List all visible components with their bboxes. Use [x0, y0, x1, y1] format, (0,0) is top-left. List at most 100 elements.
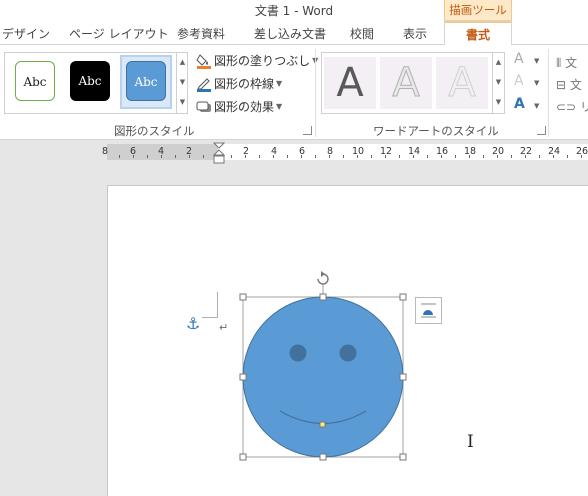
- tab-review[interactable]: 校閲: [350, 25, 374, 42]
- margin-corner-mark: [202, 292, 218, 318]
- shape-effects-button[interactable]: 図形の効果 ▼: [196, 98, 282, 117]
- ruler-tick: [315, 155, 316, 158]
- ruler-tick: [441, 155, 442, 158]
- create-link-label: リ: [579, 100, 588, 114]
- ruler-tick: [273, 155, 274, 158]
- ruler-tick: [497, 155, 498, 158]
- ruler-tick: [203, 155, 204, 158]
- ruler-tick: [567, 155, 568, 158]
- paragraph-mark: ↵: [219, 321, 229, 334]
- gallery-more-icon[interactable]: ▼: [177, 92, 188, 112]
- tab-design[interactable]: デザイン: [2, 25, 50, 42]
- ruler-tick: [357, 155, 358, 158]
- ruler-number: 16: [435, 146, 449, 157]
- shape-fill-button[interactable]: 図形の塗りつぶし▼: [196, 52, 318, 71]
- left-eye: [289, 344, 307, 362]
- text-direction-button[interactable]: ⦀ 文: [556, 54, 577, 71]
- shape-fill-label: 図形の塗りつぶし: [214, 54, 311, 68]
- ruler-tick: [301, 155, 302, 158]
- ruler-tick: [147, 155, 148, 158]
- tab-mailings[interactable]: 差し込み文書: [254, 25, 326, 42]
- ruler-number: 4: [270, 146, 278, 157]
- ruler-number: 6: [298, 146, 306, 157]
- ruler-tick: [133, 155, 134, 158]
- wordart-style-dark[interactable]: A: [324, 57, 376, 109]
- ribbon: Abc Abc Abc ▲ ▼ ▼ 図形の塗りつぶし▼ 図形の枠線▼ 図形の効果…: [0, 45, 588, 140]
- gallery-up-icon[interactable]: ▲: [493, 52, 504, 72]
- ruler-number: 20: [491, 146, 505, 157]
- ruler-tick: [189, 155, 190, 158]
- ruler-tick: [371, 155, 372, 158]
- shape-styles-scroll: ▲ ▼ ▼: [176, 52, 188, 114]
- gallery-more-icon[interactable]: ▼: [493, 92, 504, 112]
- ruler-number: 12: [379, 146, 393, 157]
- shape-style-blue[interactable]: Abc: [126, 61, 166, 101]
- tab-page-layout[interactable]: ページ レイアウト: [69, 25, 169, 42]
- ruler-tick: [469, 155, 470, 158]
- ruler-number: 14: [407, 146, 421, 157]
- ruler-tick: [539, 155, 540, 158]
- ruler-number: 22: [519, 146, 533, 157]
- tab-view[interactable]: 表示: [403, 25, 427, 42]
- smiley-face-shape[interactable]: [232, 268, 412, 468]
- title-bar: 文書 1 - Word 描画ツール: [0, 0, 588, 21]
- create-link-button[interactable]: ⊂⊃ リ: [556, 98, 588, 115]
- anchor-icon: ⚓: [186, 314, 201, 333]
- wordart-style-gray[interactable]: A: [380, 57, 432, 109]
- align-text-label: 文: [569, 78, 582, 92]
- chevron-down-icon: ▼: [534, 79, 540, 87]
- ribbon-tab-row: デザイン ページ レイアウト 参考資料 差し込み文書 校閲 表示 書式: [0, 20, 588, 46]
- horizontal-ruler[interactable]: 8 6 4 2 2 4 6 8 10 12 14 16 18 20 22 24 26: [0, 140, 588, 168]
- ruler-tick: [511, 155, 512, 158]
- text-effects-button[interactable]: A: [514, 96, 525, 112]
- gallery-down-icon[interactable]: ▼: [493, 72, 504, 92]
- ruler-number: 18: [463, 146, 477, 157]
- ruler-number: 8: [326, 146, 334, 157]
- ruler-tick: [161, 155, 162, 158]
- tab-references[interactable]: 参考資料: [177, 25, 225, 42]
- tab-format-label: 書式: [465, 28, 490, 42]
- ruler-tick: [399, 155, 400, 158]
- text-outline-button[interactable]: A: [514, 73, 524, 89]
- adjust-handle[interactable]: [319, 421, 326, 428]
- drawing-tools-context-header: 描画ツール: [444, 0, 512, 21]
- ruler-tick: [287, 155, 288, 158]
- shape-styles-dialog-launcher-icon[interactable]: [303, 126, 312, 135]
- align-text-button[interactable]: ⊟ 文: [556, 76, 582, 93]
- ruler-number: 8: [101, 146, 109, 157]
- shape-style-outline-green[interactable]: Abc: [15, 61, 55, 101]
- gallery-up-icon[interactable]: ▲: [177, 52, 188, 72]
- ruler-tick: [413, 155, 414, 158]
- ruler-tick: [483, 155, 484, 158]
- tab-format[interactable]: 書式: [444, 20, 512, 46]
- ruler-number: 24: [547, 146, 561, 157]
- rotate-arrow: [321, 271, 325, 277]
- chevron-down-icon: ▼: [276, 102, 283, 111]
- layout-options-button[interactable]: [415, 297, 442, 324]
- text-fill-button[interactable]: A: [514, 51, 524, 67]
- ruler-tick: [119, 155, 120, 158]
- text-direction-label: 文: [565, 56, 578, 70]
- ruler-tick: [343, 155, 344, 158]
- gallery-down-icon[interactable]: ▼: [177, 72, 188, 92]
- wordart-gallery-scroll: ▲ ▼ ▼: [492, 52, 505, 114]
- paint-bucket-icon: [196, 53, 212, 69]
- shape-outline-button[interactable]: 図形の枠線 ▼: [196, 75, 282, 94]
- shape-style-black[interactable]: Abc: [70, 61, 110, 101]
- wordart-styles-gallery: A A A: [321, 52, 505, 114]
- ruler-tick: [245, 155, 246, 158]
- ruler-tick: [329, 155, 330, 158]
- group-divider: [548, 49, 549, 137]
- shape-effects-icon: [196, 99, 212, 115]
- shape-outline-label: 図形の枠線: [214, 77, 275, 91]
- right-eye: [339, 344, 357, 362]
- wordart-style-light[interactable]: A: [436, 57, 488, 109]
- ruler-tick: [581, 155, 582, 158]
- ruler-tick: [231, 155, 232, 158]
- wordart-styles-group-label: ワードアートのスタイル: [373, 124, 499, 138]
- face-circle: [242, 296, 404, 458]
- ruler-tick: [385, 155, 386, 158]
- wordart-dialog-launcher-icon[interactable]: [537, 126, 546, 135]
- pencil-icon: [196, 76, 212, 92]
- indent-marker-icon[interactable]: [213, 142, 225, 166]
